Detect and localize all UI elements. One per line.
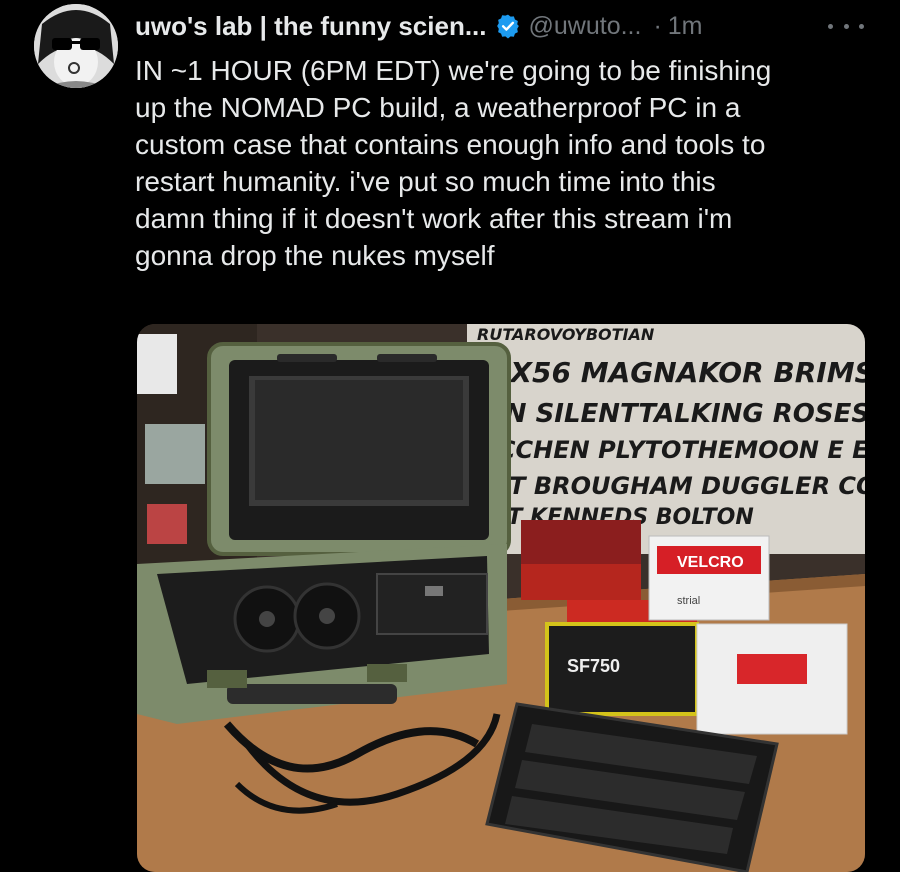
industrial-label: strial <box>677 595 700 607</box>
photo-pc-case-on-workbench: RUTAROVOYBOTIAN NX56 MAGNAKOR BRIMSTON E… <box>137 324 865 872</box>
tweet-photo[interactable]: RUTAROVOYBOTIAN NX56 MAGNAKOR BRIMSTON E… <box>137 324 865 872</box>
tweet-text-line: custom case that contains enough info an… <box>135 129 766 160</box>
avatar[interactable] <box>34 4 118 88</box>
tweet-text-line: damn thing if it doesn't work after this… <box>135 203 733 234</box>
wall-text: EN SILENTTALKING ROSESTARLIG <box>487 399 865 429</box>
tweet-text-line: gonna drop the nukes myself <box>135 240 495 271</box>
verified-badge-icon <box>496 14 519 39</box>
wall-text: NX56 MAGNAKOR BRIMSTON <box>487 356 865 389</box>
avatar-image <box>34 4 118 88</box>
wall-text: ICCHEN PLYTOTHEMOON E ERTEBASEL <box>489 436 865 464</box>
velcro-label: VELCRO <box>677 554 744 571</box>
wall-text: NT BROUGHAM DUGGLER COLOMEDIA <box>489 472 865 500</box>
tweet-text-line: up the NOMAD PC build, a weatherproof PC… <box>135 92 741 123</box>
separator-dot: · <box>653 11 662 40</box>
timestamp[interactable]: 1m <box>668 12 703 41</box>
more-dot <box>859 23 864 29</box>
more-dot <box>843 23 849 29</box>
more-dot <box>828 23 833 29</box>
psu-box-label: SF750 <box>567 656 620 676</box>
tweet-text-line: restart humanity. i've put so much time … <box>135 166 716 197</box>
tweet[interactable]: uwo's lab | the funny scien... @uwuto...… <box>0 0 900 872</box>
wall-text: RUTAROVOYBOTIAN <box>477 325 655 344</box>
display-name[interactable]: uwo's lab | the funny scien... <box>135 11 487 42</box>
tweet-text-line: IN ~1 HOUR (6PM EDT) we're going to be f… <box>135 55 772 86</box>
tweet-header: uwo's lab | the funny scien... @uwuto...… <box>135 6 870 46</box>
more-options-icon[interactable] <box>828 14 864 38</box>
handle[interactable]: @uwuto... <box>529 12 642 41</box>
tweet-text: IN ~1 HOUR (6PM EDT) we're going to be f… <box>135 52 865 274</box>
